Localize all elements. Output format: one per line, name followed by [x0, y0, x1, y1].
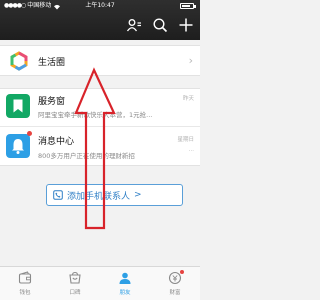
- header-actions: [126, 14, 194, 36]
- tab-label: 口碑: [69, 290, 81, 296]
- tab-wealth[interactable]: 财富: [150, 267, 200, 300]
- top-bar: ●●●●○ 中国移动 上午10:47: [0, 0, 200, 40]
- tab-label: 钱包: [19, 290, 31, 296]
- friends-icon: [119, 272, 131, 284]
- bottom-tab-bar: 钱包 口碑 朋友 财富: [0, 266, 200, 300]
- status-time: 上午10:47: [85, 2, 115, 9]
- moments-label: 生活圈: [38, 58, 66, 68]
- moments-icon: [10, 51, 28, 71]
- alipay-friends-screen: ●●●●○ 中国移动 上午10:47 生活圈 › 服务窗 阿里宝宝牵手新歌快乐大…: [0, 0, 200, 300]
- conversation-title: 服务窗: [38, 97, 66, 107]
- moments-row[interactable]: 生活圈 ›: [0, 45, 200, 76]
- conversation-preview: 800多万用户正在使用的理财新招: [38, 152, 135, 160]
- tab-label: 财富: [169, 290, 181, 296]
- conversation-more: ...: [188, 147, 194, 153]
- conversation-row-message-center[interactable]: 消息中心 800多万用户正在使用的理财新招 星期日 ...: [0, 126, 200, 166]
- conversation-preview: 阿里宝宝牵手新歌快乐大本营，1元抢...: [38, 111, 153, 119]
- contacts-icon[interactable]: [126, 17, 142, 33]
- tab-wallet[interactable]: 钱包: [0, 267, 50, 300]
- add-contact-arrow: >: [134, 190, 142, 200]
- chevron-right-icon: ›: [188, 54, 193, 67]
- conversation-row-service[interactable]: 服务窗 阿里宝宝牵手新歌快乐大本营，1元抢... 昨天: [0, 88, 200, 126]
- add-contact-label: 添加手机联系人: [67, 191, 131, 202]
- tab-koubei[interactable]: 口碑: [50, 267, 100, 300]
- plus-icon[interactable]: [178, 17, 194, 33]
- unread-badge: [27, 131, 32, 136]
- phone-icon: [53, 190, 63, 200]
- message-center-avatar: [6, 134, 30, 158]
- battery-icon: [174, 2, 196, 9]
- tab-badge: [180, 270, 184, 274]
- conversation-title: 消息中心: [38, 137, 75, 147]
- wallet-icon: [18, 271, 32, 284]
- service-window-avatar: [6, 94, 30, 118]
- tab-friends[interactable]: 朋友: [100, 267, 150, 300]
- add-phone-contacts-button[interactable]: 添加手机联系人 >: [46, 184, 183, 206]
- bookmark-icon: [13, 99, 23, 113]
- search-icon[interactable]: [152, 17, 168, 33]
- tab-label: 朋友: [119, 290, 131, 296]
- bell-icon: [12, 139, 24, 154]
- koubei-icon: [69, 271, 81, 284]
- conversation-time: 昨天: [182, 96, 194, 102]
- conversation-time: 星期日: [177, 137, 194, 143]
